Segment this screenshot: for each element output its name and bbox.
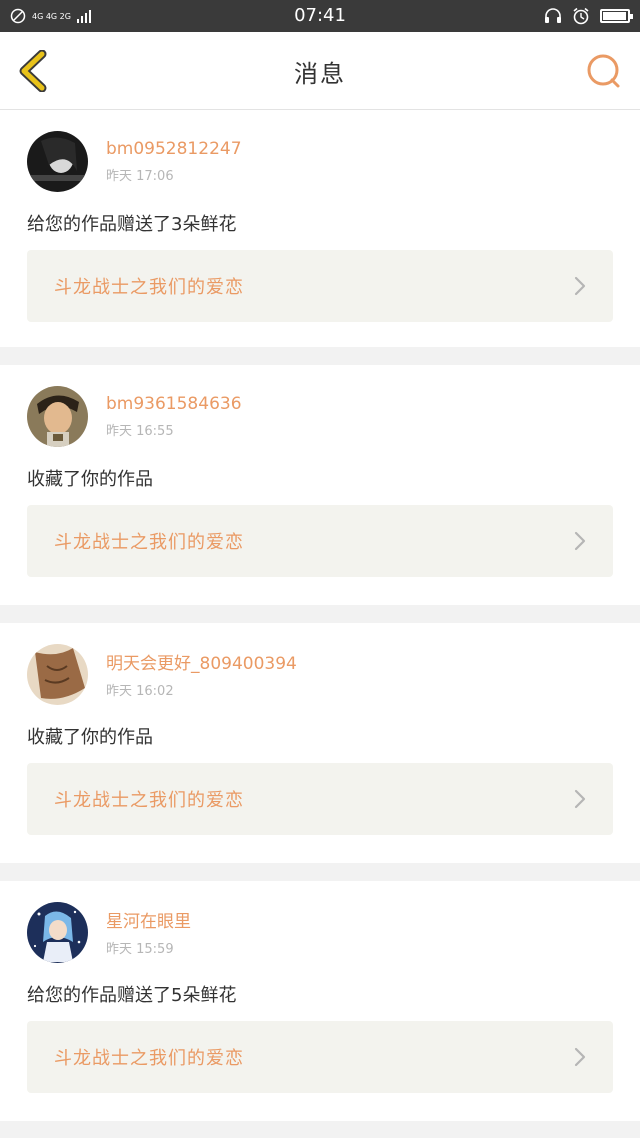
user-meta: 星河在眼里 昨天 15:59 bbox=[106, 907, 191, 957]
work-link[interactable]: 斗龙战士之我们的爱恋 bbox=[27, 763, 613, 835]
battery-level bbox=[603, 12, 626, 20]
avatar[interactable] bbox=[27, 643, 88, 705]
headphones-icon bbox=[545, 8, 561, 23]
search-icon bbox=[587, 54, 620, 88]
chevron-right-icon bbox=[574, 1047, 586, 1067]
user-row: bm0952812247 昨天 17:06 bbox=[27, 130, 613, 192]
work-title: 斗龙战士之我们的爱恋 bbox=[54, 532, 244, 553]
message-card: 明天会更好_809400394 昨天 16:02 收藏了你的作品 斗龙战士之我们… bbox=[0, 623, 640, 863]
work-link[interactable]: 斗龙战士之我们的爱恋 bbox=[27, 250, 613, 322]
username[interactable]: bm9361584636 bbox=[106, 394, 242, 414]
chevron-right-icon bbox=[574, 789, 586, 809]
avatar[interactable] bbox=[27, 901, 88, 963]
username[interactable]: 明天会更好_809400394 bbox=[106, 649, 297, 674]
message-card: 星河在眼里 昨天 15:59 给您的作品赠送了5朵鲜花 斗龙战士之我们的爱恋 bbox=[0, 881, 640, 1121]
chevron-right-icon bbox=[574, 276, 586, 296]
timestamp: 昨天 16:02 bbox=[106, 684, 174, 699]
message-list: bm0952812247 昨天 17:06 给您的作品赠送了3朵鲜花 斗龙战士之… bbox=[0, 110, 640, 1121]
timestamp: 昨天 17:06 bbox=[106, 168, 174, 184]
header: 消息 bbox=[0, 32, 640, 110]
avatar[interactable] bbox=[27, 385, 88, 447]
user-meta: 明天会更好_809400394 昨天 16:02 bbox=[106, 649, 297, 699]
signal-icon bbox=[76, 9, 91, 23]
message-card: bm0952812247 昨天 17:06 给您的作品赠送了3朵鲜花 斗龙战士之… bbox=[0, 110, 640, 347]
message-text: 给您的作品赠送了5朵鲜花 bbox=[27, 985, 237, 1006]
network-type: 4G 4G 2G bbox=[32, 11, 71, 21]
user-meta: bm9361584636 昨天 16:55 bbox=[106, 394, 242, 439]
user-row: 星河在眼里 昨天 15:59 bbox=[27, 901, 613, 963]
work-title: 斗龙战士之我们的爱恋 bbox=[54, 277, 244, 298]
status-bar: 4G 4G 2G 07:41 bbox=[0, 0, 640, 32]
alarm-icon bbox=[573, 7, 589, 25]
work-link[interactable]: 斗龙战士之我们的爱恋 bbox=[27, 505, 613, 577]
no-disturb-icon bbox=[10, 8, 26, 24]
avatar-image bbox=[27, 385, 88, 447]
work-title: 斗龙战士之我们的爱恋 bbox=[54, 790, 244, 811]
message-text: 给您的作品赠送了3朵鲜花 bbox=[27, 214, 237, 235]
timestamp: 昨天 16:55 bbox=[106, 423, 174, 439]
status-right bbox=[544, 7, 633, 25]
username[interactable]: 星河在眼里 bbox=[106, 907, 191, 932]
work-title: 斗龙战士之我们的爱恋 bbox=[54, 1048, 244, 1069]
chevron-right-icon bbox=[574, 531, 586, 551]
message-text: 收藏了你的作品 bbox=[27, 469, 153, 490]
message-text: 收藏了你的作品 bbox=[27, 727, 153, 748]
avatar[interactable] bbox=[27, 130, 88, 192]
avatar-image bbox=[27, 130, 88, 192]
username[interactable]: bm0952812247 bbox=[106, 139, 242, 159]
work-link[interactable]: 斗龙战士之我们的爱恋 bbox=[27, 1021, 613, 1093]
status-left: 4G 4G 2G bbox=[10, 8, 91, 24]
message-card: bm9361584636 昨天 16:55 收藏了你的作品 斗龙战士之我们的爱恋 bbox=[0, 365, 640, 605]
search-button[interactable] bbox=[584, 51, 624, 91]
avatar-image bbox=[27, 901, 88, 963]
page-title: 消息 bbox=[294, 60, 346, 88]
user-meta: bm0952812247 昨天 17:06 bbox=[106, 139, 242, 184]
user-row: 明天会更好_809400394 昨天 16:02 bbox=[27, 643, 613, 705]
battery-icon bbox=[600, 9, 633, 23]
timestamp: 昨天 15:59 bbox=[106, 942, 174, 957]
user-row: bm9361584636 昨天 16:55 bbox=[27, 385, 613, 447]
avatar-image bbox=[27, 643, 88, 705]
